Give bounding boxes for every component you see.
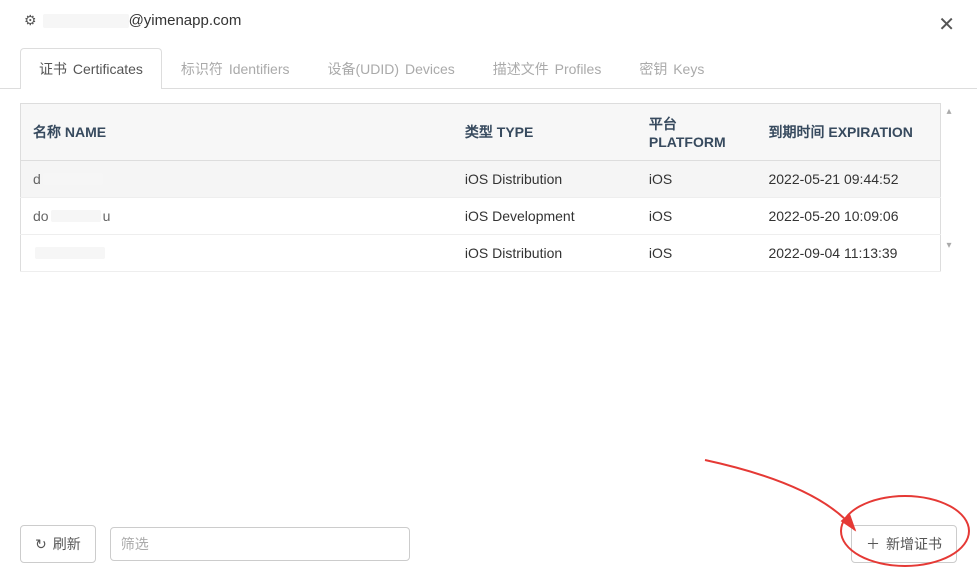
cell-platform: iOS [637, 161, 757, 198]
email-suffix: @yimenapp.com [129, 12, 242, 29]
certificates-table: 名称 NAME 类型 TYPE 平台 PLATFORM 到期时间 EXPIRAT… [20, 103, 941, 272]
redacted-cell [43, 173, 103, 185]
col-header-platform[interactable]: 平台 PLATFORM [637, 104, 757, 161]
cell-name [21, 235, 453, 272]
cell-expiration: 2022-09-04 11:13:39 [756, 235, 940, 272]
tab-label-en: Keys [673, 61, 704, 77]
tab-label-en: Certificates [73, 61, 143, 77]
add-certificate-button[interactable]: ＋ 新增证书 [851, 525, 957, 563]
cell-platform: iOS [637, 235, 757, 272]
redacted-cell [51, 210, 101, 222]
cell-type: iOS Development [453, 198, 637, 235]
tab-label-en: Devices [405, 61, 455, 77]
tab-label-en: Profiles [555, 61, 602, 77]
table-row[interactable]: iOS Distribution iOS 2022-09-04 11:13:39 [21, 235, 941, 272]
gear-icon: ⚙ [24, 12, 37, 29]
cell-expiration: 2022-05-21 09:44:52 [756, 161, 940, 198]
cell-platform: iOS [637, 198, 757, 235]
tab-label-zh: 证书 [39, 61, 67, 77]
redacted-cell [35, 247, 105, 259]
filter-input[interactable] [110, 527, 410, 561]
refresh-label: 刷新 [53, 534, 81, 554]
tab-label-zh: 描述文件 [493, 61, 549, 77]
close-button[interactable]: ✕ [934, 12, 959, 37]
plus-icon: ＋ [866, 534, 880, 554]
account-email: @yimenapp.com [43, 12, 242, 29]
refresh-icon: ↻ [35, 536, 47, 553]
tab-label-zh: 密钥 [639, 61, 667, 77]
tab-identifiers[interactable]: 标识符 Identifiers [162, 48, 309, 89]
redacted-name [43, 14, 129, 28]
tab-keys[interactable]: 密钥 Keys [620, 48, 723, 89]
cell-name: do u [21, 198, 453, 235]
footer-bar: ↻ 刷新 ＋ 新增证书 [20, 525, 957, 563]
tab-label-en: Identifiers [229, 61, 290, 77]
cell-type: iOS Distribution [453, 235, 637, 272]
table-row[interactable]: do u iOS Development iOS 2022-05-20 10:0… [21, 198, 941, 235]
tab-label-zh: 标识符 [181, 61, 223, 77]
content-area: 名称 NAME 类型 TYPE 平台 PLATFORM 到期时间 EXPIRAT… [0, 89, 977, 272]
add-label: 新增证书 [886, 534, 942, 554]
col-header-name[interactable]: 名称 NAME [21, 104, 453, 161]
refresh-button[interactable]: ↻ 刷新 [20, 525, 96, 563]
table-row[interactable]: d iOS Distribution iOS 2022-05-21 09:44:… [21, 161, 941, 198]
scrollbar[interactable]: ▴ ▾ [941, 103, 957, 253]
tabs-bar: 证书 Certificates 标识符 Identifiers 设备(UDID)… [0, 47, 977, 89]
table-header-row: 名称 NAME 类型 TYPE 平台 PLATFORM 到期时间 EXPIRAT… [21, 104, 941, 161]
col-header-expiration[interactable]: 到期时间 EXPIRATION [756, 104, 940, 161]
col-header-type[interactable]: 类型 TYPE [453, 104, 637, 161]
cell-name: d [21, 161, 453, 198]
cell-type: iOS Distribution [453, 161, 637, 198]
modal-header: ⚙ @yimenapp.com ✕ [0, 0, 977, 43]
scroll-down-icon[interactable]: ▾ [946, 240, 951, 251]
cell-expiration: 2022-05-20 10:09:06 [756, 198, 940, 235]
tab-label-zh: 设备(UDID) [328, 61, 400, 77]
tab-certificates[interactable]: 证书 Certificates [20, 48, 162, 89]
scroll-up-icon[interactable]: ▴ [946, 106, 951, 117]
tab-devices[interactable]: 设备(UDID) Devices [309, 48, 474, 89]
tab-profiles[interactable]: 描述文件 Profiles [474, 48, 621, 89]
